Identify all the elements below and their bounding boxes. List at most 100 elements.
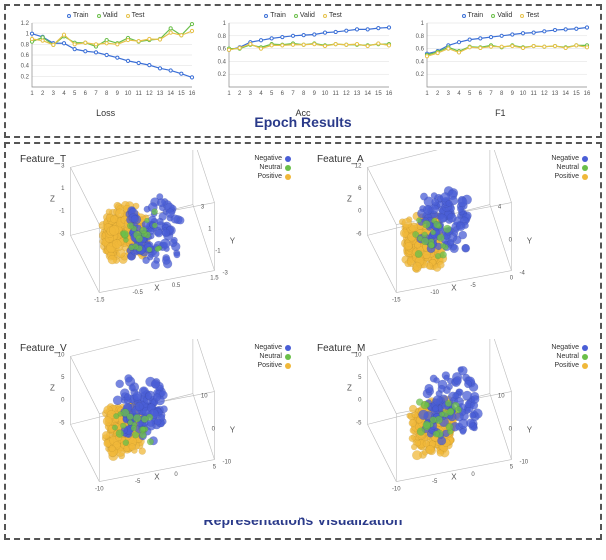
svg-text:X: X: [154, 473, 160, 482]
svg-text:0: 0: [212, 427, 216, 433]
svg-text:-5: -5: [356, 420, 362, 426]
svg-text:6: 6: [281, 91, 285, 97]
legend-label: Negative: [551, 154, 579, 163]
legend-label: Test: [526, 12, 539, 19]
legend-label: Positive: [257, 361, 282, 370]
svg-text:1.5: 1.5: [210, 276, 219, 282]
svg-text:Z: Z: [50, 194, 55, 203]
legend-label: Positive: [554, 172, 579, 181]
line-chart-xlabel: Acc: [207, 108, 398, 118]
line-chart-svg: 0.20.40.60.811.212345678910111213141516: [10, 19, 196, 107]
svg-text:-4: -4: [519, 271, 525, 277]
line-chart-acc: TrainValidTest0.20.40.60.811234567891011…: [207, 12, 398, 112]
legend-label: Train: [73, 12, 89, 19]
svg-text:-10: -10: [95, 487, 104, 493]
svg-text:1: 1: [228, 91, 232, 97]
legend-label: Valid: [300, 12, 315, 19]
line-chart-xlabel: F1: [405, 108, 596, 118]
svg-text:0: 0: [510, 276, 514, 282]
svg-text:-1.5: -1.5: [94, 298, 105, 304]
legend-label: Valid: [497, 12, 512, 19]
scatter-legend: NegativeNeutralPositive: [254, 343, 291, 370]
line-chart-legend: Train Valid Test: [405, 12, 596, 19]
svg-text:10: 10: [201, 394, 208, 400]
legend-item: Neutral: [551, 163, 588, 172]
svg-text:14: 14: [167, 91, 174, 97]
svg-text:4: 4: [457, 91, 461, 97]
legend-item: Neutral: [551, 352, 588, 361]
svg-text:8: 8: [500, 91, 504, 97]
svg-text:0: 0: [471, 472, 475, 478]
svg-text:0.6: 0.6: [21, 53, 30, 59]
svg-text:12: 12: [343, 91, 350, 97]
svg-text:0.8: 0.8: [218, 34, 227, 40]
svg-text:0: 0: [61, 398, 65, 404]
legend-item: Neutral: [254, 352, 291, 361]
svg-text:15: 15: [573, 91, 580, 97]
svg-text:0.2: 0.2: [218, 72, 227, 78]
legend-item: Negative: [254, 154, 291, 163]
svg-text:9: 9: [116, 91, 120, 97]
svg-text:7: 7: [292, 91, 296, 97]
svg-text:0.8: 0.8: [21, 42, 30, 48]
scatter-legend: NegativeNeutralPositive: [551, 154, 588, 181]
svg-text:14: 14: [365, 91, 372, 97]
svg-text:0: 0: [358, 398, 362, 404]
svg-text:-5: -5: [135, 479, 141, 485]
legend-item: Valid: [491, 12, 512, 19]
scatter-plot-feature_t: Feature_TNegativeNeutralPositiveXYZ-1.5-…: [10, 150, 299, 331]
svg-text:X: X: [451, 473, 457, 482]
svg-text:Z: Z: [50, 383, 55, 392]
svg-text:16: 16: [189, 91, 196, 97]
svg-text:7: 7: [94, 91, 98, 97]
legend-label: Neutral: [556, 163, 579, 172]
svg-text:1.2: 1.2: [21, 21, 30, 27]
legend-label: Negative: [254, 154, 282, 163]
svg-text:X: X: [451, 284, 457, 293]
svg-text:0.4: 0.4: [218, 59, 227, 65]
line-chart-xlabel: Loss: [10, 108, 201, 118]
scatter-plot-feature_a: Feature_ANegativeNeutralPositiveXYZ-15-1…: [307, 150, 596, 331]
svg-text:6: 6: [84, 91, 88, 97]
line-chart-svg: 0.20.40.60.8112345678910111213141516: [207, 19, 393, 107]
svg-text:0.4: 0.4: [415, 59, 424, 65]
svg-text:4: 4: [498, 205, 502, 211]
svg-text:12: 12: [146, 91, 153, 97]
svg-text:16: 16: [583, 91, 590, 97]
legend-item: Train: [264, 12, 286, 19]
svg-text:5: 5: [270, 91, 274, 97]
svg-text:Y: Y: [230, 237, 236, 246]
svg-text:-5: -5: [470, 283, 476, 289]
svg-text:1: 1: [425, 91, 429, 97]
legend-item: Valid: [97, 12, 118, 19]
svg-text:13: 13: [354, 91, 361, 97]
svg-text:4: 4: [62, 91, 66, 97]
legend-label: Test: [329, 12, 342, 19]
scatter-title: Feature_A: [317, 154, 364, 165]
svg-text:15: 15: [178, 91, 185, 97]
legend-item: Neutral: [254, 163, 291, 172]
legend-label: Negative: [551, 343, 579, 352]
line-chart-legend: Train Valid Test: [207, 12, 398, 19]
svg-text:2: 2: [238, 91, 242, 97]
svg-text:9: 9: [510, 91, 514, 97]
svg-text:7: 7: [489, 91, 493, 97]
svg-text:-10: -10: [222, 460, 231, 466]
line-chart-legend: Train Valid Test: [10, 12, 201, 19]
legend-item: Train: [462, 12, 484, 19]
legend-label: Positive: [554, 361, 579, 370]
scatter-title: Feature_V: [20, 343, 67, 354]
scatter-grid: Feature_TNegativeNeutralPositiveXYZ-1.5-…: [10, 150, 596, 510]
legend-item: Test: [126, 12, 145, 19]
svg-text:0: 0: [174, 472, 178, 478]
svg-text:13: 13: [157, 91, 164, 97]
svg-text:2: 2: [41, 91, 45, 97]
svg-text:Y: Y: [527, 237, 533, 246]
legend-label: Neutral: [259, 352, 282, 361]
legend-item: Negative: [551, 154, 588, 163]
scatter-plot-feature_m: Feature_MNegativeNeutralPositiveXYZ-10-5…: [307, 339, 596, 520]
svg-text:10: 10: [498, 394, 505, 400]
legend-item: Train: [67, 12, 89, 19]
svg-text:-3: -3: [59, 231, 65, 237]
svg-text:12: 12: [541, 91, 548, 97]
